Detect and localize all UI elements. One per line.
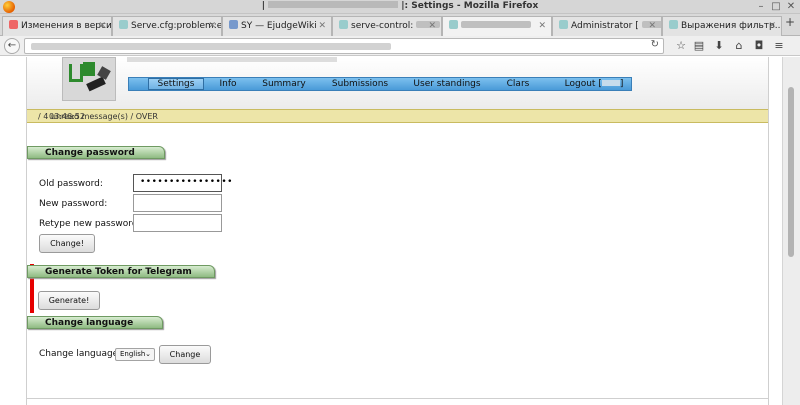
download-icon[interactable]: ⬇ — [712, 39, 726, 53]
menu-clars[interactable]: Clars — [503, 78, 533, 90]
tab-favicon-icon — [9, 20, 18, 29]
page-border-right — [768, 57, 769, 405]
change-password-header: Change password — [27, 146, 165, 159]
change-language-header: Change language — [27, 316, 163, 329]
logo-shape — [69, 64, 83, 82]
browser-tab[interactable]: Изменения в верси... ✕ — [2, 16, 112, 36]
tab-favicon-icon — [339, 20, 348, 29]
language-selected: English — [120, 350, 146, 358]
menu-logout-label: Logout [ — [564, 79, 602, 89]
scrollbar-thumb[interactable] — [788, 87, 794, 257]
reload-icon[interactable]: ↻ — [651, 39, 659, 50]
home-icon[interactable]: ⌂ — [732, 39, 746, 53]
browser-tab[interactable]: Serve.cfg:problem:e... ✕ — [112, 16, 222, 36]
telegram-token-header: Generate Token for Telegram — [27, 265, 215, 278]
old-password-field[interactable]: •••••••••••••••• — [133, 174, 232, 192]
close-tab-icon[interactable]: ✕ — [208, 17, 216, 35]
chevron-down-icon: ⌄ — [145, 350, 151, 358]
browser-tab[interactable]: Выражения фильтр... ✕ — [662, 16, 782, 36]
tab-label: Выражения фильтр... — [681, 21, 782, 31]
new-password-field[interactable] — [133, 194, 222, 212]
old-password-label: Old password: — [39, 179, 103, 189]
navigation-bar: ← ↻ ☆ ▤ ⬇ ⌂ ◘ ≡ — [0, 36, 800, 56]
status-text: 03:46:52 / 4 unread message(s) / OVER — [38, 110, 158, 123]
menu-user-standings[interactable]: User standings — [411, 78, 483, 90]
page-footer-line — [27, 398, 768, 399]
browser-tab[interactable]: serve-control: ✕ — [332, 16, 442, 36]
username-blur — [601, 80, 620, 86]
change-password-button[interactable]: Change! — [39, 234, 95, 253]
browser-tab-active[interactable]: ✕ — [442, 16, 552, 36]
tab-label: serve-control: — [351, 21, 414, 31]
close-tab-icon[interactable]: ✕ — [768, 17, 776, 35]
star-icon[interactable]: ☆ — [674, 39, 688, 53]
language-select[interactable]: English ⌄ — [115, 348, 155, 361]
status-bar: 03:46:52 / 4 unread message(s) / OVER — [27, 109, 768, 123]
window-title-suffix: |: Settings - Mozilla Firefox — [401, 1, 539, 11]
change-language-button[interactable]: Change — [159, 345, 211, 364]
retype-password-label: Retype new password: — [39, 219, 141, 229]
ejudge-logo — [62, 57, 116, 101]
close-tab-icon[interactable]: ✕ — [648, 17, 656, 35]
tab-favicon-icon — [559, 20, 568, 29]
back-arrow-icon[interactable]: ← — [4, 38, 20, 54]
new-password-label: New password: — [39, 199, 108, 209]
tab-label: SY — EjudgeWiki — [241, 21, 317, 31]
change-language-label: Change language — [39, 349, 119, 359]
close-window-icon[interactable]: ✕ — [785, 1, 797, 13]
close-tab-icon[interactable]: ✕ — [318, 17, 326, 35]
header-text-blur — [127, 57, 337, 62]
window-titlebar: | |: Settings - Mozilla Firefox – □ ✕ — [0, 0, 800, 14]
retype-password-field[interactable] — [133, 214, 222, 232]
menu-logout-close: ] — [619, 79, 624, 89]
tab-label: Administrator [ — [571, 21, 639, 31]
close-tab-icon[interactable]: ✕ — [538, 17, 546, 35]
menu-submissions[interactable]: Submissions — [329, 78, 391, 90]
main-menu: Settings Info Summary Submissions User s… — [128, 77, 632, 91]
browser-tab[interactable]: Administrator [ ✕ — [552, 16, 662, 36]
menu-summary[interactable]: Summary — [261, 78, 307, 90]
generate-token-button[interactable]: Generate! — [38, 291, 100, 310]
menu-settings[interactable]: Settings — [148, 78, 204, 90]
tab-favicon-icon — [229, 20, 238, 29]
status-time: 03:46:52 — [49, 112, 85, 121]
close-tab-icon[interactable]: ✕ — [428, 17, 436, 35]
logo-shape — [83, 62, 95, 76]
browser-tab[interactable]: SY — EjudgeWiki ✕ — [222, 16, 332, 36]
menu-logout[interactable]: Logout [] — [561, 78, 627, 90]
close-tab-icon[interactable]: ✕ — [98, 17, 106, 35]
reading-list-icon[interactable]: ▤ — [692, 39, 706, 53]
tab-strip: Изменения в верси... ✕ Serve.cfg:problem… — [0, 14, 800, 36]
page-viewport: Settings Info Summary Submissions User s… — [0, 57, 782, 405]
logo-shape — [86, 76, 106, 92]
window-title: | |: Settings - Mozilla Firefox — [0, 1, 800, 11]
url-text-blur — [31, 43, 391, 50]
window-title-prefix: | — [261, 1, 265, 11]
maximize-icon[interactable]: □ — [770, 1, 782, 13]
hamburger-menu-icon[interactable]: ≡ — [772, 39, 786, 53]
url-bar[interactable]: ↻ — [24, 38, 664, 54]
new-tab-icon[interactable]: + — [785, 15, 795, 29]
pocket-icon[interactable]: ◘ — [752, 39, 766, 53]
page-header: Settings Info Summary Submissions User s… — [27, 57, 768, 109]
tab-favicon-icon — [119, 20, 128, 29]
tab-favicon-icon — [669, 20, 678, 29]
minimize-icon[interactable]: – — [755, 1, 767, 13]
title-blur — [268, 1, 399, 8]
page-scrollbar[interactable] — [782, 57, 800, 405]
menu-info[interactable]: Info — [213, 78, 243, 90]
tab-favicon-icon — [449, 20, 458, 29]
tab-blur — [461, 21, 531, 28]
